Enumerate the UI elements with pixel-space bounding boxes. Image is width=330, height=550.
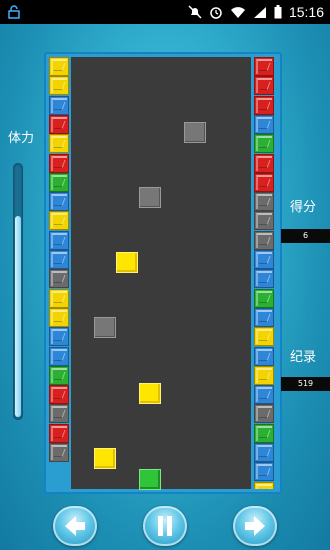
stamina-fill bbox=[15, 216, 21, 417]
block-yellow bbox=[138, 382, 161, 404]
brick-green bbox=[254, 288, 274, 308]
brick-gray bbox=[254, 404, 274, 424]
block-gray bbox=[183, 122, 206, 144]
brick-yellow bbox=[254, 481, 274, 489]
brick-yellow bbox=[49, 57, 69, 76]
score-value: 6 bbox=[281, 229, 330, 243]
block-yellow bbox=[116, 252, 138, 274]
status-bar: 15:16 bbox=[0, 0, 330, 24]
signal-icon bbox=[253, 6, 267, 19]
brick-blue bbox=[49, 327, 69, 347]
brick-blue bbox=[254, 250, 274, 269]
brick-red bbox=[254, 57, 274, 76]
brick-yellow bbox=[49, 76, 69, 96]
move-right-button[interactable] bbox=[233, 506, 277, 546]
play-field[interactable] bbox=[71, 57, 251, 489]
brick-yellow bbox=[254, 327, 274, 347]
stamina-label: 体力 bbox=[8, 131, 35, 146]
record-value: 519 bbox=[281, 377, 330, 391]
arrow-right-icon bbox=[245, 516, 265, 536]
brick-red bbox=[49, 385, 69, 405]
brick-blue bbox=[254, 114, 274, 134]
alarm-icon bbox=[209, 5, 223, 19]
block-green bbox=[138, 469, 161, 491]
brick-red bbox=[49, 423, 69, 443]
brick-blue bbox=[49, 346, 69, 366]
arrow-left-icon bbox=[65, 516, 85, 536]
block-gray bbox=[138, 187, 161, 209]
brick-blue bbox=[49, 230, 69, 250]
brick-red bbox=[254, 153, 274, 173]
brick-yellow bbox=[254, 365, 274, 385]
pause-button[interactable] bbox=[143, 506, 187, 546]
brick-green bbox=[254, 134, 274, 154]
score-label: 得分 bbox=[290, 200, 317, 215]
brick-blue bbox=[49, 250, 69, 269]
brick-gray bbox=[254, 230, 274, 250]
battery-icon bbox=[274, 5, 282, 19]
stamina-bar bbox=[13, 163, 23, 420]
wifi-icon bbox=[230, 6, 246, 19]
mute-icon bbox=[188, 5, 202, 19]
brick-red bbox=[49, 114, 69, 134]
brick-blue bbox=[254, 307, 274, 327]
pause-icon bbox=[158, 516, 172, 536]
brick-gray bbox=[49, 404, 69, 424]
brick-gray bbox=[49, 269, 69, 289]
right-brick-wall bbox=[254, 57, 274, 489]
brick-gray bbox=[254, 211, 274, 231]
brick-blue bbox=[254, 269, 274, 289]
brick-blue bbox=[254, 462, 274, 482]
brick-red bbox=[254, 95, 274, 115]
brick-red bbox=[254, 172, 274, 192]
brick-blue bbox=[49, 192, 69, 212]
brick-red bbox=[254, 76, 274, 96]
brick-gray bbox=[49, 443, 69, 462]
record-label: 纪录 bbox=[290, 350, 317, 365]
brick-yellow bbox=[49, 211, 69, 231]
brick-yellow bbox=[49, 288, 69, 308]
block-yellow bbox=[93, 447, 116, 469]
brick-green bbox=[49, 365, 69, 385]
brick-yellow bbox=[49, 307, 69, 327]
brick-red bbox=[49, 153, 69, 173]
brick-green bbox=[49, 172, 69, 192]
brick-gray bbox=[254, 192, 274, 212]
lock-notification-icon bbox=[8, 4, 20, 19]
block-gray bbox=[93, 317, 116, 339]
left-brick-wall bbox=[49, 57, 69, 489]
clock: 15:16 bbox=[288, 4, 324, 20]
brick-blue bbox=[254, 385, 274, 405]
brick-blue bbox=[254, 346, 274, 366]
brick-green bbox=[254, 423, 274, 443]
brick-blue bbox=[49, 95, 69, 115]
move-left-button[interactable] bbox=[53, 506, 97, 546]
brick-yellow bbox=[49, 134, 69, 154]
brick-blue bbox=[254, 443, 274, 462]
